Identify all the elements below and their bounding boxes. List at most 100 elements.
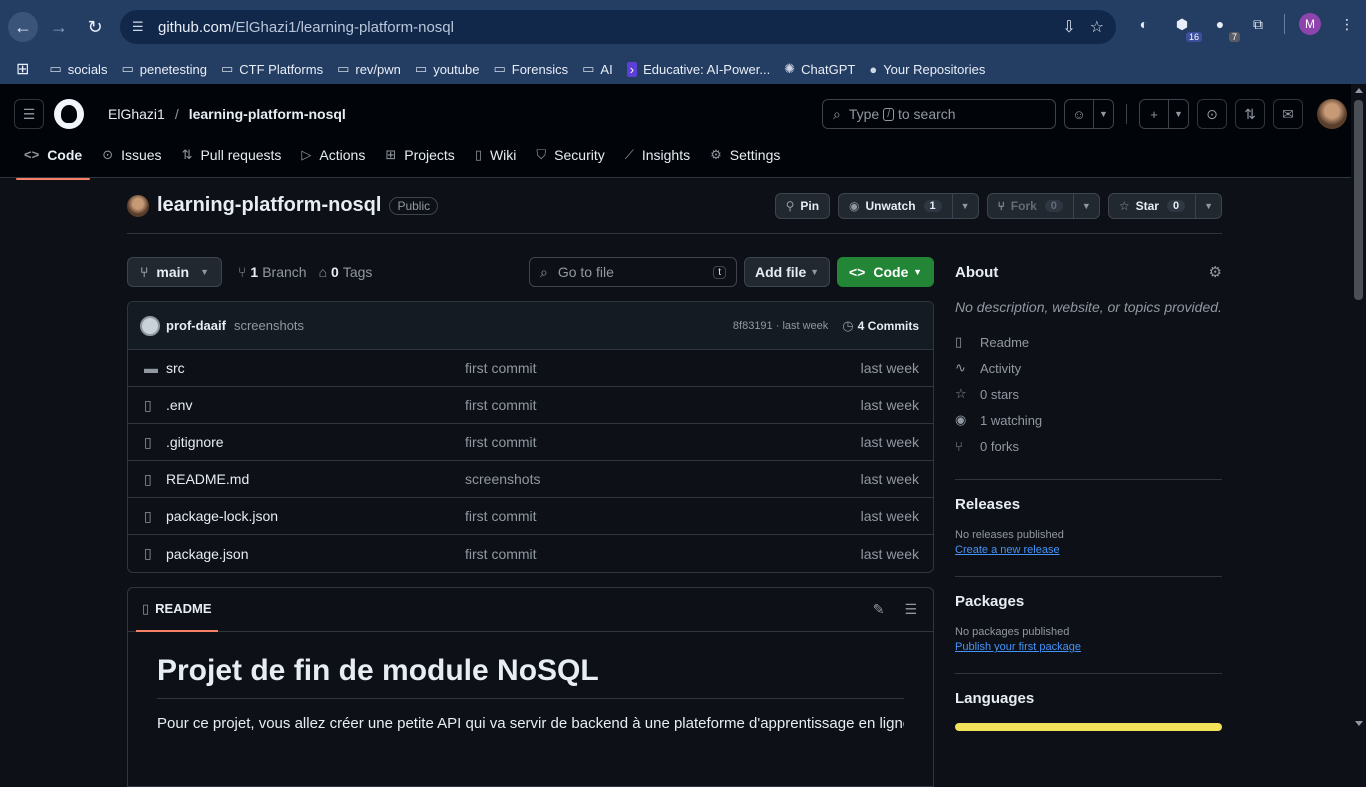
tab-code[interactable]: <> Code [16, 147, 91, 180]
owner-avatar[interactable] [127, 194, 149, 217]
tab-settings[interactable]: ⚙ Settings [702, 147, 788, 179]
star-button[interactable]: ☆ Star 0 [1107, 193, 1197, 219]
file-commit-message[interactable]: screenshots [465, 471, 861, 487]
bookmark-socials[interactable]: ▭ socials [49, 61, 107, 77]
fork-button[interactable]: ⑂ Fork 0 [986, 193, 1074, 219]
bookmark-penetesting[interactable]: ▭ penetesting [121, 61, 207, 77]
owner-link[interactable]: ElGhazi1 [108, 106, 165, 122]
bookmark-repositories[interactable]: ● Your Repositories [869, 62, 985, 77]
tab-insights[interactable]: ⟋ Insights [617, 147, 698, 179]
file-commit-message[interactable]: first commit [465, 434, 861, 450]
table-row[interactable]: ▯ .env first commit last week [128, 387, 933, 424]
commit-author-avatar[interactable] [140, 315, 160, 336]
copilot-button[interactable]: ☺ ▼ [1064, 99, 1114, 129]
page-scrollbar[interactable] [1351, 84, 1366, 730]
readme-tab[interactable]: ▯ README [136, 588, 218, 632]
chevron-down-icon[interactable]: ▼ [1168, 100, 1188, 128]
pin-button[interactable]: ⚲ Pin [774, 193, 831, 219]
chevron-down-icon[interactable]: ▼ [952, 193, 979, 219]
add-file-button[interactable]: Add file ▼ [744, 257, 830, 287]
tags-link[interactable]: ⌂ 0 Tags [319, 264, 373, 280]
install-app-icon[interactable]: ⇩ [1062, 17, 1075, 37]
tab-wiki[interactable]: ▯ Wiki [467, 147, 525, 179]
chevron-down-icon[interactable]: ▼ [1073, 193, 1100, 219]
file-commit-message[interactable]: first commit [465, 397, 861, 413]
scroll-up-arrow[interactable] [1355, 88, 1363, 93]
inbox-icon-button[interactable]: ✉ [1273, 99, 1303, 129]
back-button[interactable]: ← [8, 12, 38, 42]
tab-issues[interactable]: ⊙ Issues [94, 147, 169, 179]
forks-link[interactable]: ⑂ 0 forks [955, 433, 1222, 459]
unwatch-button[interactable]: ◉ Unwatch 1 [838, 193, 953, 219]
branch-selector[interactable]: ⑂ main ▼ [127, 257, 222, 287]
file-name[interactable]: package-lock.json [166, 508, 465, 524]
hamburger-menu-button[interactable]: ☰ [14, 99, 44, 129]
apps-grid-icon[interactable]: ⊞ [16, 59, 29, 79]
create-new-button[interactable]: + ▼ [1139, 99, 1189, 129]
stars-link[interactable]: ☆ 0 stars [955, 381, 1222, 407]
repo-link[interactable]: learning-platform-nosql [189, 106, 346, 122]
puzzle-icon[interactable]: ⧉ [1246, 12, 1270, 36]
outline-list-icon[interactable]: ☰ [904, 601, 917, 618]
table-row[interactable]: ▬ src first commit last week [128, 350, 933, 387]
address-bar[interactable]: ☰ github.com/ElGhazi1/learning-platform-… [120, 10, 1116, 44]
table-row[interactable]: ▯ README.md screenshots last week [128, 461, 933, 498]
extension-2-icon[interactable]: ⬢ 16 [1170, 12, 1202, 42]
forward-button[interactable]: → [44, 12, 74, 42]
create-release-link[interactable]: Create a new release [955, 544, 1222, 556]
file-commit-message[interactable]: first commit [465, 508, 861, 524]
issues-icon-button[interactable]: ⊙ [1197, 99, 1227, 129]
file-name[interactable]: src [166, 360, 465, 376]
bookmark-youtube[interactable]: ▭ youtube [415, 61, 480, 77]
table-row[interactable]: ▯ package.json first commit last week [128, 535, 933, 572]
scroll-thumb[interactable] [1354, 100, 1363, 300]
bookmark-chatgpt[interactable]: ✺ ChatGPT [784, 61, 855, 77]
gear-icon[interactable]: ⚙ [1209, 263, 1222, 281]
table-row[interactable]: ▯ .gitignore first commit last week [128, 424, 933, 461]
go-to-file-input[interactable]: ⌕ Go to file t [529, 257, 737, 287]
chevron-down-icon[interactable]: ▼ [1196, 193, 1222, 219]
bookmark-ai[interactable]: ▭ AI [582, 61, 613, 77]
bookmark-ctf[interactable]: ▭ CTF Platforms [221, 61, 323, 77]
file-name[interactable]: package.json [166, 546, 465, 562]
global-search-input[interactable]: ⌕ Type / to search [822, 99, 1056, 129]
bookmark-forensics[interactable]: ▭ Forensics [493, 61, 568, 77]
tab-pull-requests[interactable]: ⇅ Pull requests [174, 147, 290, 179]
commit-author[interactable]: prof-daaif [166, 318, 226, 333]
commit-meta[interactable]: 8f83191 · last week [733, 320, 828, 332]
profile-avatar[interactable]: M [1299, 13, 1321, 35]
readme-link[interactable]: ▯ Readme [955, 329, 1222, 355]
bookmark-educative[interactable]: › Educative: AI-Power... [626, 61, 770, 77]
file-commit-message[interactable]: first commit [465, 546, 861, 562]
scroll-down-arrow[interactable] [1355, 721, 1363, 726]
branches-link[interactable]: ⑂ 1 Branch [238, 264, 307, 280]
bookmark-revpwn[interactable]: ▭ rev/pwn [337, 61, 401, 77]
commit-message[interactable]: screenshots [234, 318, 304, 333]
file-commit-message[interactable]: first commit [465, 360, 861, 376]
reload-button[interactable]: ↻ [80, 12, 110, 42]
commits-link[interactable]: ◷ 4 Commits [842, 318, 919, 334]
extension-3-icon[interactable]: ● 7 [1208, 12, 1240, 42]
packages-heading[interactable]: Packages [955, 593, 1222, 610]
releases-heading[interactable]: Releases [955, 496, 1222, 513]
activity-link[interactable]: ∿ Activity [955, 355, 1222, 381]
publish-package-link[interactable]: Publish your first package [955, 641, 1222, 653]
watching-link[interactable]: ◉ 1 watching [955, 407, 1222, 433]
file-name[interactable]: .env [166, 397, 465, 413]
github-logo-icon[interactable] [54, 99, 84, 129]
chevron-down-icon[interactable]: ▼ [1093, 100, 1113, 128]
tab-security[interactable]: ⛉ Security [528, 147, 612, 179]
extension-1-icon[interactable]: ◐ [1132, 12, 1156, 36]
tab-projects[interactable]: ⊞ Projects [377, 147, 462, 179]
bookmark-star-icon[interactable]: ☆ [1090, 17, 1104, 37]
tab-actions[interactable]: ▷ Actions [293, 147, 373, 179]
code-button[interactable]: <> Code ▼ [837, 257, 934, 287]
user-avatar[interactable] [1317, 99, 1347, 129]
pull-requests-icon-button[interactable]: ⇅ [1235, 99, 1265, 129]
repo-title[interactable]: learning-platform-nosql [157, 194, 381, 217]
table-row[interactable]: ▯ package-lock.json first commit last week [128, 498, 933, 535]
edit-pencil-icon[interactable]: ✎ [873, 601, 885, 618]
browser-menu-icon[interactable]: ⋮ [1335, 12, 1359, 36]
file-name[interactable]: README.md [166, 471, 465, 487]
file-name[interactable]: .gitignore [166, 434, 465, 450]
